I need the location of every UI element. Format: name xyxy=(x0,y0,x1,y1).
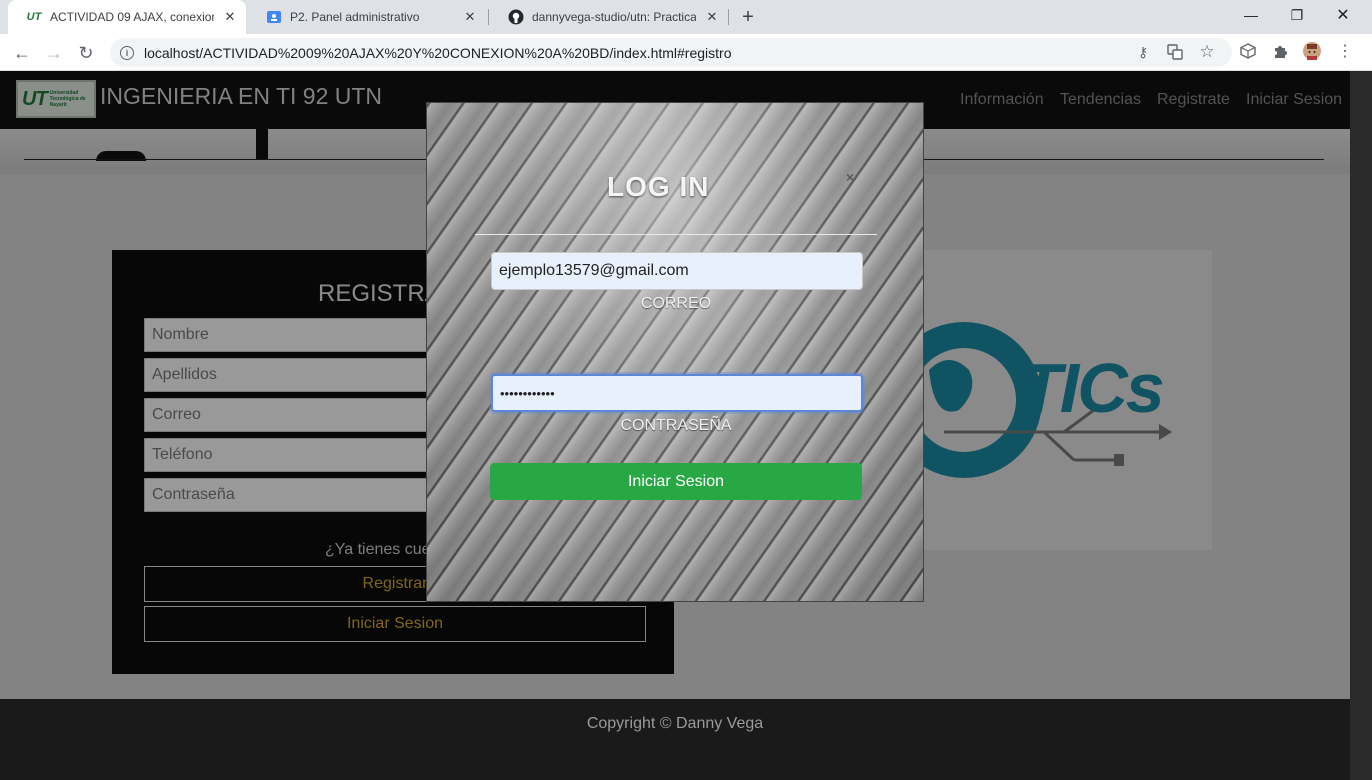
browser-menu-icon[interactable]: ⋮ xyxy=(1334,40,1356,62)
login-submit-button[interactable]: Iniciar Sesion xyxy=(490,463,862,500)
address-bar[interactable]: i localhost/ACTIVIDAD%2009%20AJAX%20Y%20… xyxy=(110,38,1232,67)
tab-title: dannyvega-studio/utn: Practicas xyxy=(532,10,696,24)
copyright-text: Copyright © Danny Vega xyxy=(586,715,764,732)
sites-favicon-icon xyxy=(266,9,282,25)
tab-separator xyxy=(728,9,729,25)
ut-favicon-icon: UT xyxy=(26,11,42,23)
page-scrollbar[interactable] xyxy=(1350,71,1372,780)
tab-separator xyxy=(488,9,489,25)
tab-title: ACTIVIDAD 09 AJAX, conexion y c xyxy=(50,10,214,24)
login-password-input[interactable]: •••••••••••• xyxy=(491,374,863,412)
modal-divider xyxy=(475,234,877,235)
tab-close-icon[interactable]: ✕ xyxy=(704,9,720,25)
url-text: localhost/ACTIVIDAD%2009%20AJAX%20Y%20CO… xyxy=(144,44,732,61)
new-tab-button[interactable]: + xyxy=(736,5,760,29)
reload-icon[interactable]: ↻ xyxy=(72,39,100,67)
extensions-puzzle-icon[interactable] xyxy=(1269,40,1291,62)
back-arrow-icon[interactable]: ← xyxy=(8,39,36,67)
forward-arrow-icon[interactable]: → xyxy=(40,39,68,67)
password-label: CONTRASEÑA xyxy=(620,417,732,434)
site-footer: Copyright © Danny Vega xyxy=(0,699,1350,780)
minimize-icon[interactable]: — xyxy=(1228,0,1274,30)
translate-icon[interactable] xyxy=(1166,43,1184,61)
login-email-input[interactable]: ejemplo13579@gmail.com xyxy=(491,252,863,290)
browser-toolbar: ← → ↻ i localhost/ACTIVIDAD%2009%20AJAX%… xyxy=(0,34,1372,71)
browser-tab-panel[interactable]: P2. Panel administrativo ✕ xyxy=(248,0,486,34)
login-modal: LOG IN × ejemplo13579@gmail.com CORREO •… xyxy=(426,102,924,602)
site-info-icon[interactable]: i xyxy=(120,45,134,60)
modal-close-icon[interactable]: × xyxy=(846,169,854,185)
tab-title: P2. Panel administrativo xyxy=(290,10,420,24)
key-icon[interactable]: ⚷ xyxy=(1134,43,1152,61)
github-favicon-icon xyxy=(508,9,524,25)
window-close-icon[interactable]: ✕ xyxy=(1320,0,1366,30)
tab-close-icon[interactable]: ✕ xyxy=(222,9,238,25)
tab-close-icon[interactable]: ✕ xyxy=(462,9,478,25)
browser-tab-github[interactable]: dannyvega-studio/utn: Practicas ✕ xyxy=(490,0,728,34)
modal-title: LOG IN xyxy=(607,171,710,202)
web-page: UT Universidad Tecnológica de Nayarit IN… xyxy=(0,71,1372,780)
extension-cube-icon[interactable] xyxy=(1237,40,1259,62)
profile-avatar-icon[interactable] xyxy=(1301,40,1323,62)
browser-tab-active[interactable]: UT ACTIVIDAD 09 AJAX, conexion y c ✕ xyxy=(8,0,246,34)
browser-tab-bar: UT ACTIVIDAD 09 AJAX, conexion y c ✕ P2.… xyxy=(0,0,1372,34)
email-label: CORREO xyxy=(640,295,712,312)
restore-icon[interactable]: ❐ xyxy=(1274,0,1320,30)
bookmark-star-icon[interactable]: ☆ xyxy=(1198,42,1216,61)
